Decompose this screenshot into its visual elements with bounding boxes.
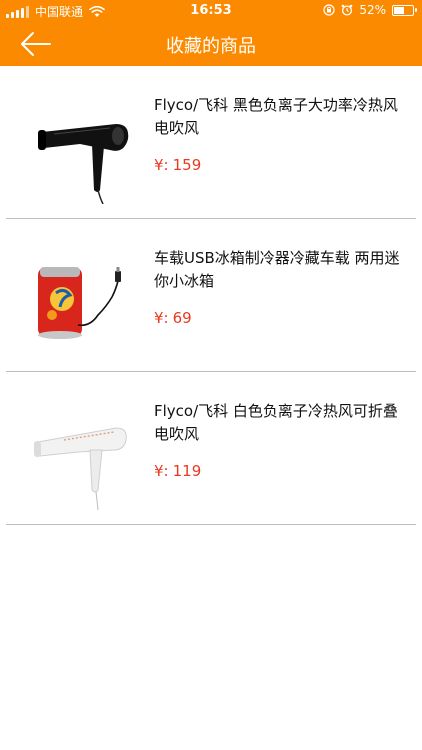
alarm-icon <box>342 4 353 16</box>
favorites-list: Flyco/飞科 黑色负离子大功率冷热风电吹风 ¥: 159 车载USB冰箱制冷器… <box>0 66 422 525</box>
rotation-lock-icon <box>323 4 335 16</box>
product-price: ¥: 69 <box>154 309 192 327</box>
app: 中国联通 16:53 52% 收藏的商品 Flyco/飞科 黑色负离子大功率冷热… <box>0 0 422 750</box>
nav-bar: 收藏的商品 <box>0 22 422 66</box>
page-title: 收藏的商品 <box>166 36 256 57</box>
product-price: ¥: 159 <box>154 156 201 174</box>
product-image-white-hair-dryer <box>34 427 127 510</box>
product-item[interactable]: 车载USB冰箱制冷器冷藏车载 两用迷你小冰箱 ¥: 69 <box>6 219 416 372</box>
product-name: Flyco/飞科 黑色负离子大功率冷热风电吹风 <box>154 96 398 137</box>
status-right: 52% <box>323 3 417 17</box>
product-image-black-hair-dryer <box>38 124 129 204</box>
product-price: ¥: 119 <box>154 462 201 480</box>
battery-level <box>394 6 405 14</box>
product-item[interactable]: Flyco/飞科 黑色负离子大功率冷热风电吹风 ¥: 159 <box>6 66 416 219</box>
product-item[interactable]: Flyco/飞科 白色负离子冷热风可折叠电吹风 ¥: 119 <box>6 372 416 525</box>
price-value: 69 <box>172 309 192 327</box>
battery-percent: 52% <box>359 3 386 17</box>
price-value: 159 <box>172 156 202 174</box>
price-value: 119 <box>172 462 202 480</box>
status-bar: 中国联通 16:53 52% <box>0 0 422 22</box>
product-name: Flyco/飞科 白色负离子冷热风可折叠电吹风 <box>154 402 398 443</box>
currency-label: ¥: <box>154 156 169 174</box>
product-name: 车载USB冰箱制冷器冷藏车载 两用迷你小冰箱 <box>154 249 400 290</box>
battery-icon <box>392 4 417 16</box>
currency-label: ¥: <box>154 462 169 480</box>
product-image-mini-usb-fridge <box>38 267 121 339</box>
currency-label: ¥: <box>154 309 169 327</box>
